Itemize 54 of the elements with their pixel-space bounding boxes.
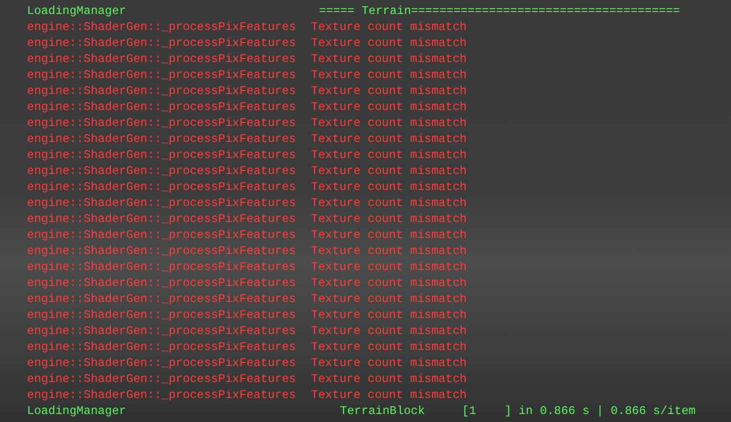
log-message: Texture count mismatch (311, 307, 467, 323)
log-source: engine::ShaderGen::_processPixFeatures (27, 211, 298, 227)
log-source: engine::ShaderGen::_processPixFeatures (27, 99, 298, 115)
log-message: Texture count mismatch (311, 67, 467, 83)
log-message: Texture count mismatch (311, 147, 467, 163)
log-source: engine::ShaderGen::_processPixFeatures (27, 19, 298, 35)
log-message: Texture count mismatch (311, 227, 467, 243)
log-source: engine::ShaderGen::_processPixFeatures (27, 275, 298, 291)
log-source: engine::ShaderGen::_processPixFeatures (27, 371, 298, 387)
log-message: Texture count mismatch (311, 131, 467, 147)
log-source: engine::ShaderGen::_processPixFeatures (27, 195, 298, 211)
log-message: Texture count mismatch (311, 179, 467, 195)
log-source: engine::ShaderGen::_processPixFeatures (27, 339, 298, 355)
log-message: Texture count mismatch (311, 195, 467, 211)
log-source: engine::ShaderGen::_processPixFeatures (27, 355, 298, 371)
log-message: Texture count mismatch (311, 259, 467, 275)
log-source: engine::ShaderGen::_processPixFeatures (27, 83, 298, 99)
log-message: Texture count mismatch (311, 99, 467, 115)
progress-status: [1 ] in 0.866 s | 0.866 s/item (462, 403, 696, 419)
log-message: Texture count mismatch (311, 211, 467, 227)
log-message: Texture count mismatch (311, 115, 467, 131)
log-source: LoadingManager (27, 3, 128, 19)
section-title: ===== Terrain (319, 3, 411, 19)
log-message: Texture count mismatch (311, 323, 467, 339)
log-source: engine::ShaderGen::_processPixFeatures (27, 227, 298, 243)
log-source: engine::ShaderGen::_processPixFeatures (27, 115, 298, 131)
log-message: Texture count mismatch (311, 83, 467, 99)
log-message: Texture count mismatch (311, 19, 467, 35)
log-source: engine::ShaderGen::_processPixFeatures (27, 307, 298, 323)
log-source: engine::ShaderGen::_processPixFeatures (27, 35, 298, 51)
log-source: engine::ShaderGen::_processPixFeatures (27, 51, 298, 67)
log-source: engine::ShaderGen::_processPixFeatures (27, 67, 298, 83)
log-message: Texture count mismatch (311, 163, 467, 179)
log-message: Texture count mismatch (311, 371, 467, 387)
log-source: engine::ShaderGen::_processPixFeatures (27, 163, 298, 179)
log-message: Texture count mismatch (311, 275, 467, 291)
log-source: engine::ShaderGen::_processPixFeatures (27, 323, 298, 339)
log-message: Texture count mismatch (311, 355, 467, 371)
log-source: engine::ShaderGen::_processPixFeatures (27, 291, 298, 307)
log-source: engine::ShaderGen::_processPixFeatures (27, 259, 298, 275)
divider-line: ====================================== (411, 3, 680, 19)
log-message: Texture count mismatch (311, 291, 467, 307)
log-message: Texture count mismatch (311, 387, 467, 403)
log-source: engine::ShaderGen::_processPixFeatures (27, 147, 298, 163)
log-source: engine::ShaderGen::_processPixFeatures (27, 243, 298, 259)
log-message: Texture count mismatch (311, 243, 467, 259)
log-source: engine::ShaderGen::_processPixFeatures (27, 131, 298, 147)
log-source: engine::ShaderGen::_processPixFeatures (27, 179, 298, 195)
log-message: Texture count mismatch (311, 339, 467, 355)
log-source: LoadingManager (27, 403, 128, 419)
log-source: engine::ShaderGen::_processPixFeatures (27, 387, 298, 403)
log-message: Texture count mismatch (311, 51, 467, 67)
task-name: TerrainBlock (340, 403, 426, 419)
log-message: Texture count mismatch (311, 35, 467, 51)
